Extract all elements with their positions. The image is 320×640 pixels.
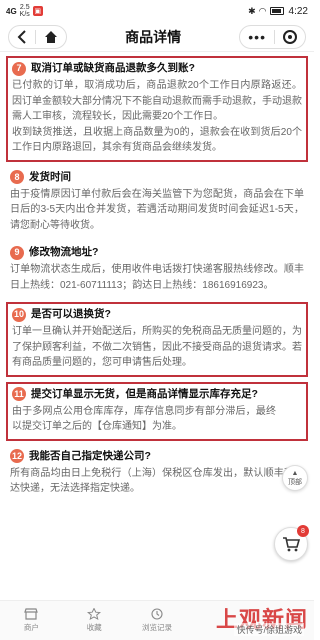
nav-divider <box>35 29 36 44</box>
faq-item-10: 10 是否可以退换货? 订单一旦确认并开始配送后，所购买的免税商品无质量问题的，… <box>6 302 308 377</box>
back-to-top-button[interactable]: ▲ 顶部 <box>282 465 308 491</box>
arrow-up-icon: ▲ <box>291 469 299 477</box>
faq-question-text: 是否可以退换货? <box>31 308 111 320</box>
back-to-top-label: 顶部 <box>288 478 302 486</box>
faq-question: 8 发货时间 <box>10 170 304 185</box>
star-icon <box>87 608 102 620</box>
faq-question: 12 我能否自己指定快递公司? <box>10 449 304 464</box>
bluetooth-icon: ✱ <box>248 5 256 16</box>
signal-indicator: 4G <box>6 6 17 16</box>
page-title: 商品详情 <box>125 28 182 45</box>
capsule-divider <box>274 29 275 44</box>
faq-number-badge: 8 <box>10 170 24 184</box>
faq-item-11: 11 提交订单显示无货，但是商品详情显示库存充足? 由于多网点公用仓库库存，库存… <box>6 381 308 441</box>
cart-icon <box>283 537 300 552</box>
notification-icon: ▣ <box>32 6 43 16</box>
back-icon[interactable] <box>17 29 27 44</box>
home-icon[interactable] <box>44 30 58 44</box>
faq-answer: 由于疫情原因订单付款后会在海关监管下为您配货，商品会在下单日后的3-5天内出仓并… <box>10 188 304 231</box>
faq-answer: 已付款的订单，取消成功后，商品退款20个工作日内原路返还。因订单金额较大部分情况… <box>12 80 302 153</box>
watermark-source: 快传号/徐姐游戏 <box>234 623 304 636</box>
status-left: 4G 2.5 K/s ▣ <box>6 4 43 18</box>
clock: 4:22 <box>288 5 308 17</box>
faq-answer: 由于多网点公用仓库库存，库存信息同步有部分滞后，最终以提交订单之后的【仓库通知】… <box>12 405 276 433</box>
nav-left-controls <box>8 24 67 49</box>
battery-icon <box>269 7 284 15</box>
faq-number-badge: 12 <box>10 449 24 463</box>
faq-question-text: 提交订单显示无货，但是商品详情显示库存充足? <box>31 387 258 400</box>
more-icon[interactable]: ••• <box>248 30 266 44</box>
faq-answer: 所有商品均由日上免税行（上海）保税区仓库发出，默认顺丰和韵达快递，无法选择指定快… <box>10 467 304 495</box>
faq-item-8: 8 发货时间 由于疫情原因订单付款后会在海关监管下为您配货，商品会在下单日后的3… <box>6 167 308 238</box>
faq-number-badge: 9 <box>10 245 24 260</box>
tab-favorites[interactable]: 收藏 <box>63 601 126 640</box>
faq-question: 7 取消订单或缺货商品退款多久到账? <box>12 61 302 76</box>
tab-history[interactable]: 浏览记录 <box>126 601 189 640</box>
faq-number-badge: 11 <box>12 387 26 401</box>
wifi-icon: ◠ <box>258 5 267 16</box>
tab-label: 商户 <box>23 623 39 632</box>
cart-button[interactable]: 8 <box>274 525 309 561</box>
tab-label: 收藏 <box>86 623 102 632</box>
close-miniprogram-icon[interactable] <box>283 29 297 44</box>
faq-item-7: 7 取消订单或缺货商品退款多久到账? 已付款的订单，取消成功后，商品退款20个工… <box>6 56 308 162</box>
faq-question-text: 修改物流地址? <box>29 246 99 258</box>
faq-question: 10 是否可以退换货? <box>12 307 302 322</box>
status-right: ✱ ◠ 4:22 <box>248 6 308 17</box>
history-icon <box>151 608 163 620</box>
faq-answer: 订单一旦确认并开始配送后，所购买的免税商品无质量问题的，为了保护顾客利益，不做二… <box>12 326 302 368</box>
status-bar: 4G 2.5 K/s ▣ ✱ ◠ 4:22 <box>0 0 314 22</box>
store-icon <box>24 608 39 620</box>
faq-question: 9 修改物流地址? <box>10 245 304 260</box>
tab-label: 浏览记录 <box>141 623 172 632</box>
watermark: 上观新闻 快传号/徐姐游戏 <box>216 602 308 636</box>
faq-item-12: 12 我能否自己指定快递公司? 所有商品均由日上免税行（上海）保税区仓库发出，默… <box>6 446 308 501</box>
nav-bar: 商品详情 ••• <box>0 22 314 52</box>
faq-number-badge: 7 <box>12 61 26 76</box>
faq-question-text: 我能否自己指定快递公司? <box>29 449 151 462</box>
faq-list: 7 取消订单或缺货商品退款多久到账? 已付款的订单，取消成功后，商品退款20个工… <box>0 52 314 501</box>
network-speed: 2.5 K/s <box>19 4 30 18</box>
faq-answer: 订单物流状态生成后，使用收件电话拨打快递客服热线修改。顺丰日上热线：021-60… <box>10 264 304 291</box>
faq-question: 11 提交订单显示无货，但是商品详情显示库存充足? <box>12 387 302 402</box>
cart-count-badge: 8 <box>297 525 309 537</box>
faq-number-badge: 10 <box>12 307 26 322</box>
faq-question-text: 发货时间 <box>29 170 71 183</box>
tab-merchant[interactable]: 商户 <box>0 601 63 640</box>
faq-item-9: 9 修改物流地址? 订单物流状态生成后，使用收件电话拨打快递客服热线修改。顺丰日… <box>6 242 308 297</box>
mini-program-capsule: ••• <box>239 24 306 49</box>
faq-question-text: 取消订单或缺货商品退款多久到账? <box>31 62 195 74</box>
